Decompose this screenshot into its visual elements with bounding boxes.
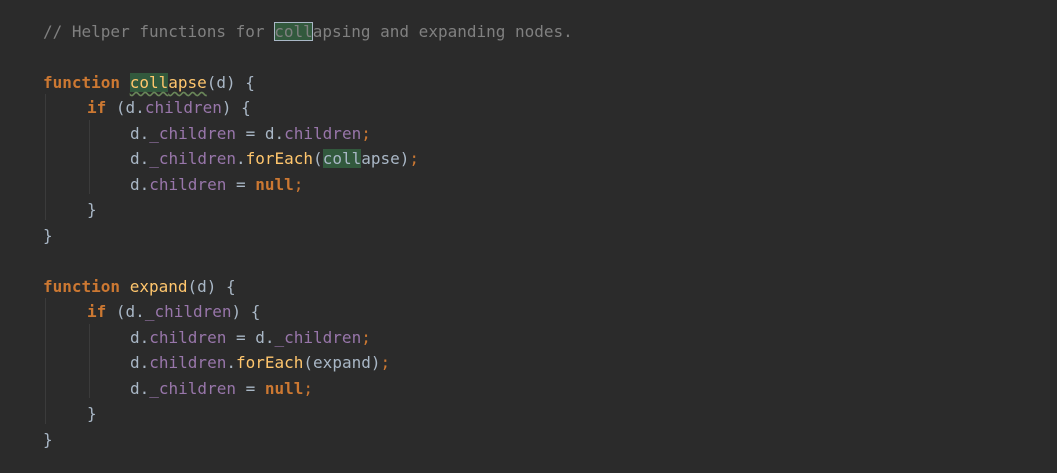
indent-guide — [45, 298, 46, 424]
property: _children — [149, 124, 236, 143]
keyword-if: if — [87, 302, 107, 321]
params: (d) { — [187, 277, 236, 296]
code-line-statement[interactable]: d._children = d.children; — [130, 123, 371, 145]
semicolon: ; — [409, 149, 420, 168]
method-name: forEach — [235, 353, 304, 372]
search-match-highlight: coll — [274, 22, 313, 41]
property: children — [149, 175, 227, 194]
code-editor[interactable]: // Helper functions for collapsing and e… — [0, 0, 1057, 473]
identifier: d. — [130, 328, 150, 347]
identifier: d. — [130, 353, 150, 372]
paren: ( — [303, 353, 314, 372]
closing-brace: } — [43, 430, 53, 449]
code-line-brace[interactable]: } — [43, 225, 53, 247]
operator: = — [226, 175, 256, 194]
operator: = d. — [235, 124, 285, 143]
dot: . — [226, 353, 236, 372]
closing-brace: } — [43, 226, 53, 245]
code-line-statement[interactable]: d.children.forEach(expand); — [130, 352, 390, 374]
code-line-statement[interactable]: d.children = null; — [130, 174, 303, 196]
params: (d) { — [206, 73, 255, 92]
condition-text: ) { — [231, 302, 261, 321]
method-name: forEach — [245, 149, 314, 168]
keyword-function: function — [43, 73, 121, 92]
condition-text: ) { — [221, 98, 251, 117]
dot: . — [235, 149, 246, 168]
keyword-if: if — [87, 98, 107, 117]
code-line-function-expand[interactable]: function expand(d) { — [43, 276, 236, 298]
identifier: d. — [130, 124, 150, 143]
indent-guide — [45, 94, 46, 220]
property: children — [144, 98, 222, 117]
search-match-highlight: coll — [322, 149, 362, 168]
keyword-null: null — [264, 379, 304, 398]
function-name-expand: expand — [129, 277, 188, 296]
comment-text: // Helper functions for — [43, 22, 275, 41]
closing-brace: } — [87, 404, 97, 423]
code-line-if[interactable]: if (d._children) { — [87, 301, 260, 323]
semicolon: ; — [293, 175, 304, 194]
indent-guide — [89, 324, 90, 398]
property: _children — [149, 379, 236, 398]
code-line-statement[interactable]: d._children = null; — [130, 378, 313, 400]
indent-guide — [89, 120, 90, 194]
semicolon: ; — [361, 328, 371, 347]
semicolon: ; — [380, 353, 391, 372]
semicolon: ; — [361, 124, 371, 143]
code-line-brace[interactable]: } — [87, 199, 97, 221]
property: _children — [144, 302, 232, 321]
operator: = — [235, 379, 265, 398]
argument: apse — [361, 149, 400, 168]
function-name-collapse: collapse — [129, 73, 207, 92]
identifier: d. — [130, 149, 150, 168]
search-match-highlight: coll — [129, 73, 169, 92]
comment-text: apsing and expanding nodes. — [312, 22, 573, 41]
paren: ) — [399, 149, 410, 168]
identifier: d. — [130, 379, 150, 398]
keyword-null: null — [255, 175, 294, 194]
condition-text: (d. — [115, 302, 145, 321]
function-name-rest: apse — [168, 73, 207, 92]
paren: ( — [313, 149, 323, 168]
property: children — [284, 124, 362, 143]
property: children — [149, 353, 227, 372]
code-line-statement[interactable]: d._children.forEach(collapse); — [130, 148, 419, 170]
property: _children — [274, 328, 362, 347]
code-line-brace[interactable]: } — [43, 429, 53, 451]
identifier: d. — [130, 175, 150, 194]
property: _children — [149, 149, 236, 168]
code-line-statement[interactable]: d.children = d._children; — [130, 327, 371, 349]
property: children — [149, 328, 227, 347]
condition-text: (d. — [115, 98, 145, 117]
semicolon: ; — [303, 379, 314, 398]
code-line-function-collapse[interactable]: function collapse(d) { — [43, 72, 255, 94]
code-line-comment[interactable]: // Helper functions for collapsing and e… — [43, 21, 573, 43]
code-line-brace[interactable]: } — [87, 403, 97, 425]
operator: = d. — [226, 328, 275, 347]
argument: expand — [313, 353, 371, 372]
closing-brace: } — [87, 200, 97, 219]
keyword-function: function — [43, 277, 121, 296]
code-line-if[interactable]: if (d.children) { — [87, 97, 251, 119]
